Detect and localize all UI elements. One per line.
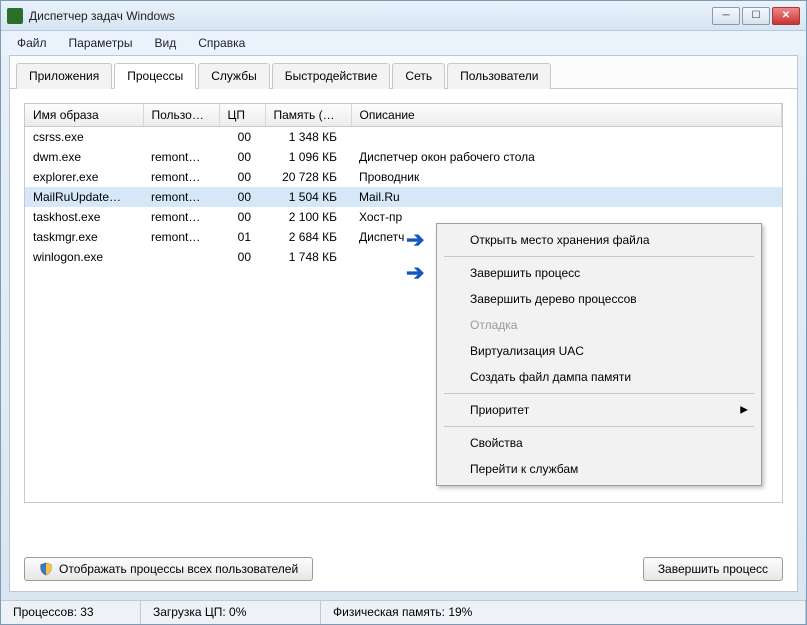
show-all-users-button[interactable]: Отображать процессы всех пользователей bbox=[24, 557, 313, 581]
cell-description: Диспетчер окон рабочего стола bbox=[351, 147, 782, 167]
cell-memory: 1 504 КБ bbox=[265, 187, 351, 207]
cell-memory: 1 748 КБ bbox=[265, 247, 351, 267]
task-manager-window: Диспетчер задач Windows ─ ☐ ✕ Файл Парам… bbox=[0, 0, 807, 625]
cell-image: csrss.exe bbox=[25, 127, 143, 148]
cell-memory: 1 096 КБ bbox=[265, 147, 351, 167]
cm-debug: Отладка bbox=[440, 312, 758, 338]
status-memory: Физическая память: 19% bbox=[321, 601, 806, 624]
end-process-label: Завершить процесс bbox=[658, 562, 768, 576]
cm-priority[interactable]: Приоритет ▶ bbox=[440, 397, 758, 423]
shield-icon bbox=[39, 562, 53, 576]
cell-user: remont… bbox=[143, 227, 219, 247]
cell-image: explorer.exe bbox=[25, 167, 143, 187]
cell-cpu: 00 bbox=[219, 247, 265, 267]
col-description[interactable]: Описание bbox=[351, 104, 782, 127]
minimize-button[interactable]: ─ bbox=[712, 7, 740, 25]
cm-end-process[interactable]: ➔ Завершить процесс bbox=[440, 260, 758, 286]
cm-separator bbox=[444, 393, 754, 394]
cell-cpu: 00 bbox=[219, 207, 265, 227]
cell-image: taskmgr.exe bbox=[25, 227, 143, 247]
cell-cpu: 01 bbox=[219, 227, 265, 247]
tab-users[interactable]: Пользователи bbox=[447, 63, 551, 89]
cm-priority-label: Приоритет bbox=[470, 403, 529, 417]
table-row[interactable]: explorer.exeremont…0020 728 КБПроводник bbox=[25, 167, 782, 187]
cell-image: MailRuUpdate… bbox=[25, 187, 143, 207]
cell-description bbox=[351, 127, 782, 148]
cell-image: dwm.exe bbox=[25, 147, 143, 167]
cell-user: remont… bbox=[143, 207, 219, 227]
cell-description: Проводник bbox=[351, 167, 782, 187]
cell-memory: 1 348 КБ bbox=[265, 127, 351, 148]
cm-dump-label: Создать файл дампа памяти bbox=[470, 370, 631, 384]
status-cpu: Загрузка ЦП: 0% bbox=[141, 601, 321, 624]
cell-user bbox=[143, 127, 219, 148]
context-menu: ➔ Открыть место хранения файла ➔ Заверши… bbox=[436, 223, 762, 486]
window-controls: ─ ☐ ✕ bbox=[712, 7, 800, 25]
close-button[interactable]: ✕ bbox=[772, 7, 800, 25]
col-cpu[interactable]: ЦП bbox=[219, 104, 265, 127]
col-image[interactable]: Имя образа bbox=[25, 104, 143, 127]
tab-performance[interactable]: Быстродействие bbox=[272, 63, 391, 89]
window-title: Диспетчер задач Windows bbox=[29, 9, 712, 23]
cm-uac-label: Виртуализация UAC bbox=[470, 344, 584, 358]
cm-goto-services[interactable]: Перейти к службам bbox=[440, 456, 758, 482]
app-icon bbox=[7, 8, 23, 24]
cm-uac[interactable]: Виртуализация UAC bbox=[440, 338, 758, 364]
cell-cpu: 00 bbox=[219, 147, 265, 167]
cell-user: remont… bbox=[143, 167, 219, 187]
cm-dump[interactable]: Создать файл дампа памяти bbox=[440, 364, 758, 390]
cell-memory: 2 100 КБ bbox=[265, 207, 351, 227]
cm-separator bbox=[444, 256, 754, 257]
menu-view[interactable]: Вид bbox=[144, 33, 186, 53]
end-process-button[interactable]: Завершить процесс bbox=[643, 557, 783, 581]
cm-debug-label: Отладка bbox=[470, 318, 517, 332]
col-memory[interactable]: Память (… bbox=[265, 104, 351, 127]
cell-memory: 2 684 КБ bbox=[265, 227, 351, 247]
cell-image: winlogon.exe bbox=[25, 247, 143, 267]
titlebar[interactable]: Диспетчер задач Windows ─ ☐ ✕ bbox=[1, 1, 806, 31]
table-row[interactable]: dwm.exeremont…001 096 КБДиспетчер окон р… bbox=[25, 147, 782, 167]
cell-image: taskhost.exe bbox=[25, 207, 143, 227]
cm-properties-label: Свойства bbox=[470, 436, 523, 450]
cell-cpu: 00 bbox=[219, 167, 265, 187]
table-row[interactable]: MailRuUpdate…remont…001 504 КБMail.Ru bbox=[25, 187, 782, 207]
menu-options[interactable]: Параметры bbox=[59, 33, 143, 53]
cm-end-tree-label: Завершить дерево процессов bbox=[470, 292, 637, 306]
cm-open-location[interactable]: ➔ Открыть место хранения файла bbox=[440, 227, 758, 253]
menu-file[interactable]: Файл bbox=[7, 33, 57, 53]
col-user[interactable]: Пользо… bbox=[143, 104, 219, 127]
cell-user: remont… bbox=[143, 187, 219, 207]
cm-properties[interactable]: Свойства bbox=[440, 430, 758, 456]
cm-separator bbox=[444, 426, 754, 427]
cell-memory: 20 728 КБ bbox=[265, 167, 351, 187]
maximize-button[interactable]: ☐ bbox=[742, 7, 770, 25]
menubar: Файл Параметры Вид Справка bbox=[1, 31, 806, 55]
cell-description: Mail.Ru bbox=[351, 187, 782, 207]
submenu-arrow-icon: ▶ bbox=[740, 405, 748, 416]
table-row[interactable]: csrss.exe 001 348 КБ bbox=[25, 127, 782, 148]
cell-cpu: 00 bbox=[219, 127, 265, 148]
cm-end-process-label: Завершить процесс bbox=[470, 266, 580, 280]
cm-end-tree[interactable]: Завершить дерево процессов bbox=[440, 286, 758, 312]
statusbar: Процессов: 33 Загрузка ЦП: 0% Физическая… bbox=[1, 600, 806, 624]
cm-open-location-label: Открыть место хранения файла bbox=[470, 233, 650, 247]
status-processes: Процессов: 33 bbox=[1, 601, 141, 624]
cell-user: remont… bbox=[143, 147, 219, 167]
tabstrip: Приложения Процессы Службы Быстродействи… bbox=[10, 56, 797, 89]
show-all-users-label: Отображать процессы всех пользователей bbox=[59, 562, 298, 576]
tab-applications[interactable]: Приложения bbox=[16, 63, 112, 89]
menu-help[interactable]: Справка bbox=[188, 33, 255, 53]
tab-processes[interactable]: Процессы bbox=[114, 63, 196, 89]
cm-goto-services-label: Перейти к службам bbox=[470, 462, 578, 476]
cell-user bbox=[143, 247, 219, 267]
tab-services[interactable]: Службы bbox=[198, 63, 269, 89]
button-row: Отображать процессы всех пользователей З… bbox=[24, 557, 783, 581]
tab-network[interactable]: Сеть bbox=[392, 63, 445, 89]
cell-cpu: 00 bbox=[219, 187, 265, 207]
